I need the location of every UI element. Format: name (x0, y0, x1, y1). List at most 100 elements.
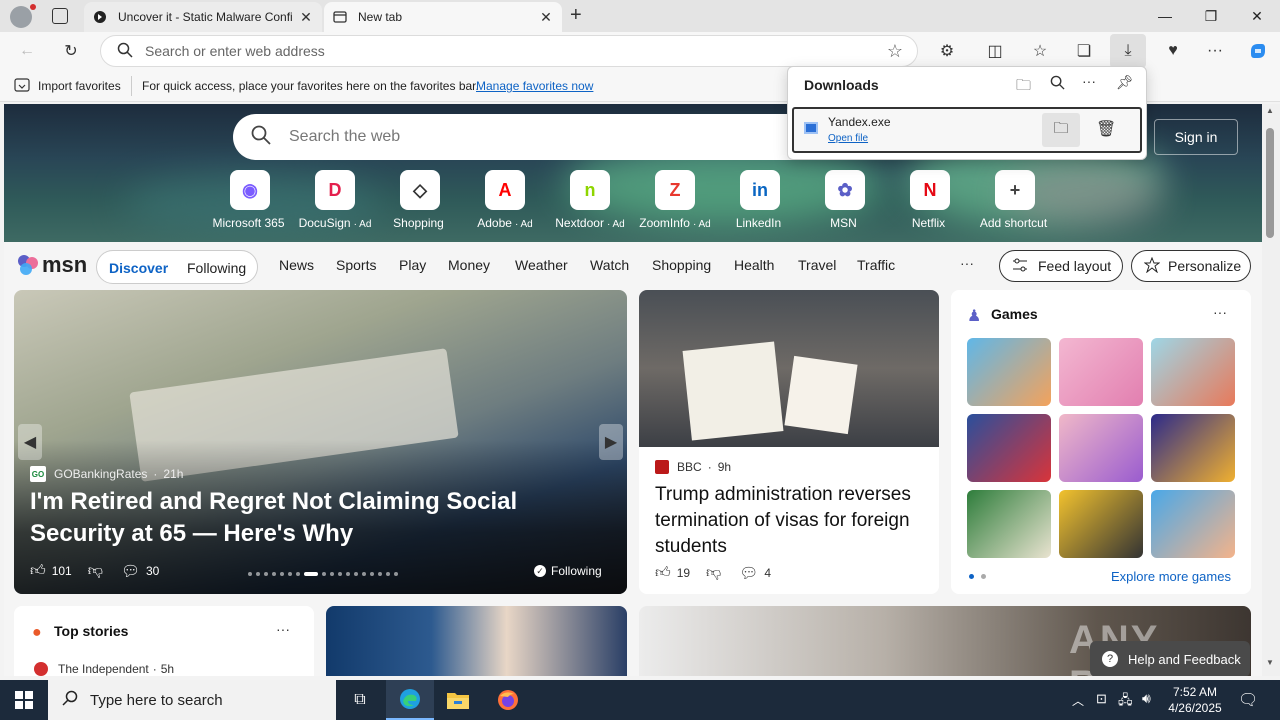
favorite-star-icon[interactable]: ☆ (887, 41, 903, 62)
downloads-icon[interactable]: ⤓ (1110, 34, 1146, 68)
comment-icon[interactable]: 💬︎ (739, 564, 758, 582)
comment-icon[interactable]: 💬︎ (121, 562, 140, 580)
carousel-dot[interactable] (304, 572, 318, 576)
browser-essentials-icon[interactable]: ♥ (1158, 36, 1188, 66)
taskbar-search-input[interactable]: Type here to search (90, 692, 223, 709)
manage-favorites-link[interactable]: Manage favorites now (476, 79, 593, 93)
carousel-dot[interactable] (386, 572, 390, 576)
news-image-card[interactable] (326, 606, 627, 676)
like-icon[interactable]: 👍︎ (30, 562, 46, 580)
close-window-icon[interactable]: ✕ (1234, 0, 1280, 32)
game-thumbnail[interactable] (967, 490, 1051, 558)
game-thumbnail[interactable] (967, 414, 1051, 482)
nav-link-money[interactable]: Money (448, 257, 490, 273)
carousel-dot[interactable] (280, 572, 284, 576)
delete-icon[interactable]: 🗑︎ (1096, 119, 1116, 139)
hero-story-card[interactable]: ◀ ▶ GO GOBankingRates · 21h I'm Retired … (14, 290, 627, 594)
new-tab-plus-icon[interactable]: + (570, 5, 590, 26)
nav-link-weather[interactable]: Weather (515, 257, 568, 273)
carousel-dot[interactable] (378, 572, 382, 576)
quick-link-tile[interactable]: ◉ Microsoft 365 (208, 170, 292, 230)
nav-link-traffic[interactable]: Traffic (857, 257, 895, 273)
game-thumbnail[interactable] (1151, 338, 1235, 406)
web-search-input[interactable]: Search the web (289, 128, 400, 146)
carousel-dot[interactable] (288, 572, 292, 576)
help-feedback-button[interactable]: ? Help and Feedback (1090, 641, 1250, 676)
top-stories-more-icon[interactable]: ··· (276, 621, 290, 637)
quick-link-tile[interactable]: in LinkedIn (718, 170, 802, 230)
quick-link-tile[interactable]: A Adobe · Ad (463, 170, 547, 230)
search-downloads-icon[interactable] (1050, 75, 1065, 95)
nav-link-sports[interactable]: Sports (336, 257, 376, 273)
following-badge[interactable]: ✓ Following (534, 564, 602, 578)
split-screen-icon[interactable]: ◫ (980, 36, 1010, 66)
carousel-next-icon[interactable]: ▶ (599, 424, 623, 460)
tab-following[interactable]: Following (187, 260, 246, 276)
volume-icon[interactable]: 🔊︎ (1142, 690, 1151, 707)
quick-link-tile[interactable]: D DocuSign · Ad (293, 170, 377, 230)
more-options-icon[interactable]: ··· (1082, 73, 1096, 89)
quick-link-tile[interactable]: + Add shortcut (973, 170, 1057, 230)
page-dot[interactable] (981, 574, 986, 579)
carousel-dot[interactable] (248, 572, 252, 576)
back-arrow-icon[interactable]: ← (12, 36, 42, 66)
tab-actions-icon[interactable] (52, 8, 68, 24)
quick-link-tile[interactable]: N Netflix (888, 170, 972, 230)
quick-link-tile[interactable]: ✿ MSN (803, 170, 887, 230)
side-story-card[interactable]: BBC · 9h Trump administration reverses t… (639, 290, 939, 594)
carousel-dots[interactable] (248, 572, 410, 578)
network-icon[interactable]: 🖧︎ (1118, 691, 1133, 713)
clock[interactable]: 7:52 AM 4/26/2025 (1164, 684, 1226, 716)
carousel-dot[interactable] (330, 572, 334, 576)
settings-more-icon[interactable]: ··· (1200, 36, 1230, 66)
carousel-dot[interactable] (272, 572, 276, 576)
profile-avatar[interactable] (10, 4, 36, 28)
game-thumbnail[interactable] (1151, 414, 1235, 482)
tray-chevron-icon[interactable]: ︿ (1072, 692, 1084, 709)
quick-link-tile[interactable]: n Nextdoor · Ad (548, 170, 632, 230)
carousel-dot[interactable] (296, 572, 300, 576)
address-bar[interactable]: Search or enter web address ☆ (100, 35, 918, 67)
collections-icon[interactable]: ❏ (1069, 36, 1099, 66)
copilot-icon[interactable] (1243, 36, 1273, 66)
scrollbar-thumb[interactable] (1266, 128, 1274, 238)
more-links-icon[interactable]: ··· (960, 255, 974, 271)
hero-headline[interactable]: I'm Retired and Regret Not Claiming Soci… (30, 486, 610, 550)
notifications-icon[interactable]: 🗨︎ (1238, 690, 1258, 710)
carousel-dot[interactable] (264, 572, 268, 576)
quick-link-tile[interactable]: ◇ Shopping (378, 170, 462, 230)
dislike-icon[interactable]: 👎︎ (88, 562, 103, 580)
windows-start-icon[interactable] (0, 680, 48, 720)
taskbar-search[interactable]: Type here to search (48, 680, 336, 720)
carousel-prev-icon[interactable]: ◀ (18, 424, 42, 460)
show-in-folder-icon[interactable]: 🗀︎ (1042, 113, 1080, 147)
close-tab-icon[interactable]: ✕ (538, 9, 554, 25)
games-more-icon[interactable]: ··· (1213, 304, 1227, 320)
tab-new-tab[interactable]: New tab ✕ (324, 2, 562, 32)
carousel-dot[interactable] (362, 572, 366, 576)
refresh-icon[interactable]: ↻ (56, 36, 86, 66)
page-dot[interactable] (969, 574, 974, 579)
download-item[interactable]: Yandex.exe Open file 🗀︎ 🗑︎ (792, 107, 1142, 153)
side-headline[interactable]: Trump administration reverses terminatio… (655, 482, 925, 560)
nav-link-health[interactable]: Health (734, 257, 774, 273)
game-thumbnail[interactable] (1151, 490, 1235, 558)
open-file-link[interactable]: Open file (828, 133, 868, 144)
favorites-icon[interactable]: ☆ (1025, 36, 1055, 66)
carousel-dot[interactable] (346, 572, 350, 576)
open-folder-icon[interactable]: 🗀︎ (1016, 75, 1031, 100)
file-explorer-icon[interactable] (434, 680, 482, 720)
tab-malware-config[interactable]: Uncover it - Static Malware Confi ✕ (84, 2, 322, 32)
game-thumbnail[interactable] (1059, 414, 1143, 482)
nav-link-shopping[interactable]: Shopping (652, 257, 711, 273)
game-thumbnail[interactable] (1059, 490, 1143, 558)
carousel-dot[interactable] (354, 572, 358, 576)
game-thumbnail[interactable] (967, 338, 1051, 406)
personalize-button[interactable]: Personalize (1131, 250, 1251, 282)
dislike-icon[interactable]: 👎︎ (706, 564, 721, 582)
tab-discover[interactable]: Discover (109, 260, 168, 276)
quick-link-tile[interactable]: Z ZoomInfo · Ad (633, 170, 717, 230)
tray-app-icon[interactable]: ⊡ (1096, 691, 1107, 707)
task-view-icon[interactable]: ⧉ (336, 680, 384, 720)
restore-icon[interactable]: ❐ (1188, 0, 1234, 32)
